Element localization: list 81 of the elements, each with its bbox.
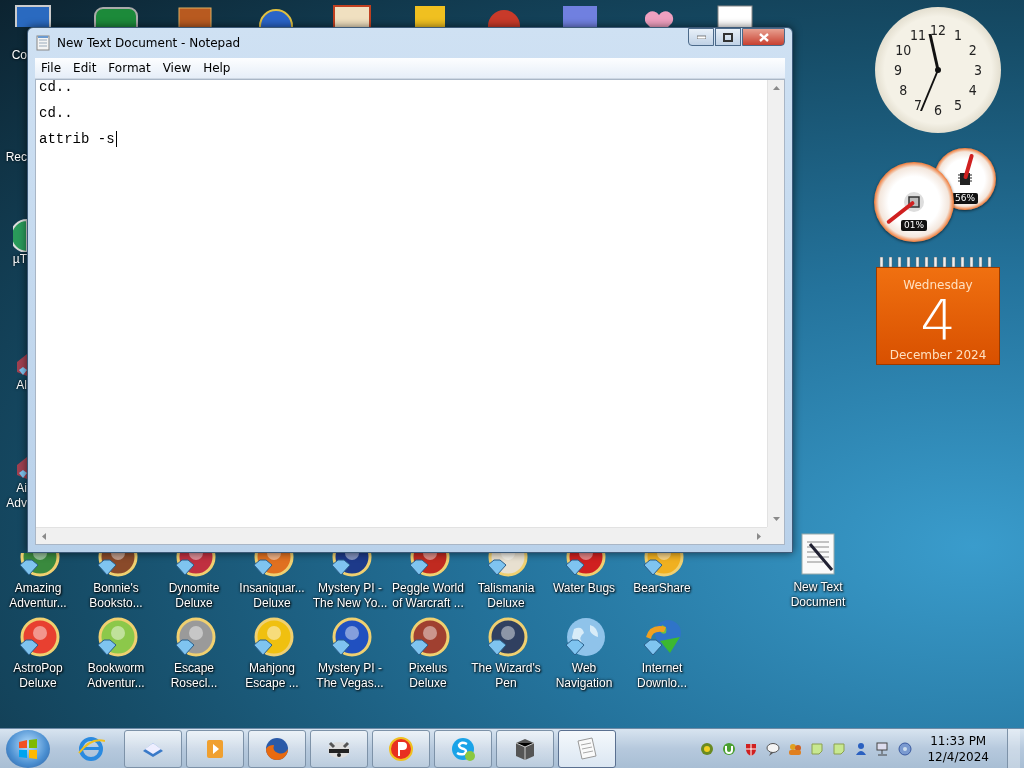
- icon-label[interactable]: Internet Downlo...: [624, 661, 700, 691]
- icon-label[interactable]: AstroPop Deluxe: [0, 661, 76, 691]
- gauge-reading: 56%: [952, 192, 978, 204]
- clock-numeral: 11: [910, 28, 926, 43]
- icon-label[interactable]: Insaniquar... Deluxe: [234, 581, 310, 611]
- menu-item[interactable]: Help: [197, 61, 237, 75]
- month-year-label: December 2024: [889, 348, 987, 362]
- maximize-icon: [723, 32, 733, 42]
- p-badge-icon: [387, 734, 415, 763]
- clock-numeral: 3: [974, 63, 982, 77]
- icon-label[interactable]: Water Bugs: [546, 581, 622, 596]
- disc-icon[interactable]: [897, 740, 914, 757]
- icon-label[interactable]: Mystery PI - The New Yo...: [312, 581, 388, 611]
- clock-date: 12/4/2024: [927, 748, 989, 765]
- icon-label[interactable]: Web Navigation: [546, 661, 622, 691]
- close-button[interactable]: [742, 28, 785, 46]
- icon-label[interactable]: Rec: [2, 150, 27, 165]
- icon-label[interactable]: The Wizard's Pen: [468, 661, 544, 691]
- minimize-button[interactable]: [688, 28, 714, 46]
- text-line: cd..: [39, 104, 73, 123]
- icon-label[interactable]: µT: [2, 252, 27, 267]
- icon-label[interactable]: Talismania Deluxe: [468, 581, 544, 611]
- icon-label[interactable]: Pixelus Deluxe: [390, 661, 466, 691]
- icon-label[interactable]: Peggle World of Warcraft ...: [390, 581, 466, 611]
- icon-label[interactable]: Bookworm Adventur...: [78, 661, 154, 691]
- note-icon[interactable]: [831, 740, 848, 757]
- icon-label[interactable]: Bonnie's Booksto...: [78, 581, 154, 611]
- note-icon[interactable]: [809, 740, 826, 757]
- browser-e-icon: [77, 734, 105, 763]
- torrent-icon[interactable]: [721, 740, 738, 757]
- clock-numeral: 9: [894, 63, 902, 77]
- circle-emblem-icon: [13, 218, 27, 252]
- menu-item[interactable]: File: [35, 61, 68, 75]
- shield-icon[interactable]: [699, 740, 716, 757]
- taskbar-button[interactable]: [496, 729, 554, 768]
- icon-label[interactable]: Mystery PI - The Vegas...: [312, 661, 388, 691]
- icon-label[interactable]: Mahjong Escape ...: [234, 661, 310, 691]
- clock-numeral: 6: [934, 103, 942, 117]
- clock-numeral: 7: [914, 97, 922, 112]
- menu-item[interactable]: Edit: [67, 61, 103, 75]
- clock-numeral: 2: [968, 43, 977, 57]
- text-line: cd..: [39, 78, 73, 97]
- text-area[interactable]: cd.. cd.. attrib -s: [36, 74, 767, 527]
- notepad-icon: [35, 35, 51, 51]
- horizontal-scrollbar[interactable]: [36, 527, 767, 544]
- clock-time: 11:33 PM: [930, 732, 987, 749]
- left-arrow-icon: [42, 532, 46, 540]
- icon-label[interactable]: BearShare: [624, 581, 700, 596]
- maximize-button[interactable]: [715, 28, 741, 46]
- show-desktop-button[interactable]: [1007, 729, 1020, 768]
- icon-label[interactable]: Ai Adv: [2, 481, 27, 511]
- window-title: New Text Document - Notepad: [57, 36, 242, 50]
- taskbar-button[interactable]: [310, 729, 368, 768]
- clock-numeral: 8: [899, 83, 908, 97]
- windows-logo-icon: [17, 737, 39, 760]
- text-line: attrib -s: [39, 130, 115, 149]
- clock-numeral: 4: [968, 83, 977, 97]
- vertical-scrollbar[interactable]: [767, 80, 784, 527]
- clock-numeral: 1: [954, 28, 962, 43]
- day-number: 4: [920, 292, 956, 348]
- icon-label[interactable]: Co: [2, 48, 27, 63]
- icon-label[interactable]: Al: [2, 378, 27, 393]
- weekday-label: Wednesday: [903, 278, 973, 292]
- down-arrow-icon: [772, 517, 780, 521]
- clock-display[interactable]: 11:33 PM 12/4/2024: [917, 732, 1003, 765]
- menu-item[interactable]: Format: [102, 61, 157, 75]
- icon-label[interactable]: Amazing Adventur...: [0, 581, 76, 611]
- gauge-reading: 01%: [901, 219, 927, 231]
- right-arrow-icon: [757, 532, 761, 540]
- clock-numeral: 10: [895, 43, 912, 57]
- speech-bubble-icon[interactable]: [765, 740, 782, 757]
- icon-label[interactable]: New Text Document: [780, 580, 856, 610]
- icon-label[interactable]: Dynomite Deluxe: [156, 581, 232, 611]
- clock-numeral: 5: [954, 97, 962, 112]
- minimize-icon: [696, 35, 706, 39]
- menu-item[interactable]: View: [156, 61, 198, 75]
- close-icon: [758, 32, 769, 42]
- icon-label[interactable]: Escape Rosecl...: [156, 661, 232, 691]
- start-button[interactable]: [6, 729, 50, 768]
- clock-numeral: 12: [930, 23, 946, 37]
- up-arrow-icon: [772, 86, 780, 90]
